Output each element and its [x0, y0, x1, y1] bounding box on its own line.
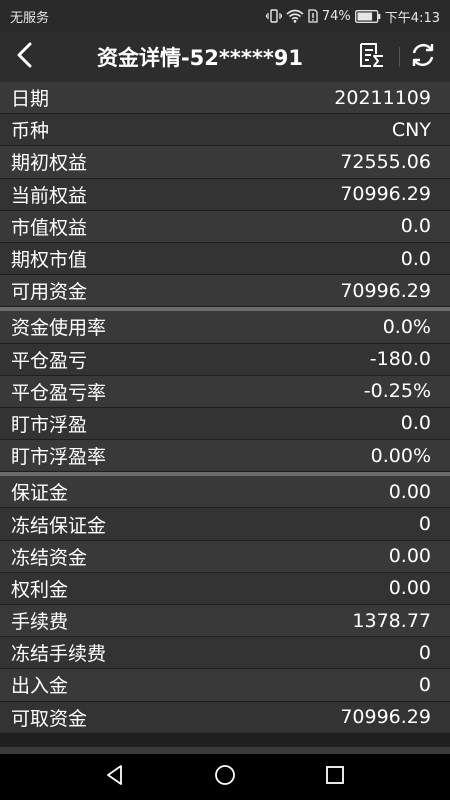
row-premium: 权利金 0.00 — [0, 572, 450, 605]
square-recents-icon — [325, 765, 345, 789]
row-label: 市值权益 — [11, 216, 88, 239]
row-label: 手续费 — [11, 611, 69, 634]
row-label: 保证金 — [11, 482, 69, 505]
nav-home-button[interactable] — [205, 757, 245, 797]
row-opening-equity: 期初权益 72555.06 — [0, 146, 450, 179]
row-label: 期初权益 — [11, 152, 88, 175]
system-nav-bar — [0, 754, 450, 800]
row-value: 0.0% — [382, 315, 431, 338]
carrier-status: 无服务 — [10, 10, 50, 26]
row-current-equity: 当前权益 70996.29 — [0, 178, 450, 211]
row-value: -180.0 — [369, 348, 431, 371]
row-value: 70996.29 — [340, 183, 431, 206]
row-label: 盯市浮盈率 — [11, 446, 107, 469]
section-margin: 保证金 0.00 冻结保证金 0 冻结资金 0.00 权利金 0.00 手续费 1378.… — [0, 476, 450, 734]
refresh-icon — [409, 41, 437, 73]
sim-alert-icon — [308, 9, 318, 23]
row-margin: 保证金 0.00 — [0, 476, 450, 509]
row-value: 20211109 — [334, 86, 431, 109]
list-sum-icon — [357, 41, 385, 73]
circle-home-icon — [214, 764, 236, 790]
row-label: 冻结保证金 — [11, 514, 107, 537]
row-label: 当前权益 — [11, 184, 88, 207]
fund-detail-list: 日期 20211109 币种 CNY 期初权益 72555.06 当前权益 70996.… — [0, 82, 450, 734]
row-value: 0.00 — [388, 577, 431, 600]
row-value: 0.0 — [400, 215, 431, 238]
row-fund-usage-rate: 资金使用率 0.0% — [0, 311, 450, 344]
row-value: 0.00 — [388, 545, 431, 568]
row-value: 0 — [418, 513, 431, 536]
row-frozen-margin: 冻结保证金 0 — [0, 508, 450, 541]
header-bar: 资金详情-52*****91 — [0, 32, 450, 82]
row-currency: 币种 CNY — [0, 114, 450, 147]
row-option-market-value: 期权市值 0.0 — [0, 242, 450, 276]
section-equity: 日期 20211109 币种 CNY 期初权益 72555.06 当前权益 70996.… — [0, 82, 450, 308]
status-right: 74% 下午4:13 — [265, 7, 440, 26]
row-value: 1378.77 — [352, 609, 431, 632]
row-value: 0.00 — [388, 480, 431, 503]
row-value: 70996.29 — [340, 279, 431, 302]
nav-back-button[interactable] — [95, 757, 135, 797]
battery-icon — [354, 9, 381, 23]
row-label: 可取资金 — [11, 707, 88, 730]
row-value: 70996.29 — [340, 706, 431, 729]
row-label: 冻结资金 — [11, 546, 88, 569]
row-value: 0.00% — [370, 444, 431, 467]
triangle-back-icon — [104, 764, 126, 790]
vibrate-icon — [265, 9, 282, 23]
row-label: 权利金 — [11, 578, 69, 601]
row-mtm-float: 盯市浮盈 0.0 — [0, 407, 450, 441]
header-divider — [399, 47, 400, 67]
wifi-icon — [286, 9, 304, 23]
row-frozen-funds: 冻结资金 0.00 — [0, 540, 450, 573]
nav-recents-button[interactable] — [315, 757, 355, 797]
row-value: 0 — [418, 641, 431, 664]
clock: 下午4:13 — [384, 10, 440, 26]
back-button[interactable] — [10, 42, 40, 72]
row-label: 盯市浮盈 — [11, 413, 88, 436]
summary-button[interactable] — [356, 42, 386, 72]
row-value: 0.0 — [400, 412, 431, 435]
row-label: 币种 — [11, 120, 50, 143]
refresh-button[interactable] — [408, 42, 438, 72]
row-mtm-float-rate: 盯市浮盈率 0.00% — [0, 440, 450, 473]
row-frozen-commission: 冻结手续费 0 — [0, 637, 450, 670]
page-title: 资金详情-52*****91 — [96, 46, 304, 70]
list-bottom-edge — [0, 747, 450, 754]
row-close-pnl-rate: 平仓盈亏率 -0.25% — [0, 375, 450, 408]
row-value: 0 — [418, 673, 431, 696]
row-date: 日期 20211109 — [0, 82, 450, 115]
row-commission: 手续费 1378.77 — [0, 605, 450, 638]
row-value: 72555.06 — [340, 150, 431, 173]
chevron-left-icon — [15, 42, 35, 72]
row-label: 平仓盈亏率 — [11, 381, 107, 404]
row-value: CNY — [391, 118, 431, 141]
row-label: 资金使用率 — [11, 317, 107, 340]
row-label: 可用资金 — [11, 281, 88, 304]
row-market-value-equity: 市值权益 0.0 — [0, 210, 450, 243]
row-label: 平仓盈亏 — [11, 349, 88, 372]
row-deposit-withdrawal: 出入金 0 — [0, 669, 450, 702]
battery-percent: 74% — [321, 8, 351, 24]
row-label: 日期 — [11, 88, 50, 111]
row-value: -0.25% — [363, 380, 431, 403]
status-bar: 无服务 74% 下午4:13 — [0, 0, 450, 32]
section-profit: 资金使用率 0.0% 平仓盈亏 -180.0 平仓盈亏率 -0.25% 盯市浮盈 0.0… — [0, 311, 450, 473]
row-close-pnl: 平仓盈亏 -180.0 — [0, 343, 450, 376]
row-label: 出入金 — [11, 675, 69, 698]
row-label: 期权市值 — [11, 249, 88, 272]
row-label: 冻结手续费 — [11, 643, 107, 666]
row-available-funds: 可用资金 70996.29 — [0, 275, 450, 308]
row-withdrawable-funds: 可取资金 70996.29 — [0, 701, 450, 734]
row-value: 0.0 — [400, 247, 431, 270]
